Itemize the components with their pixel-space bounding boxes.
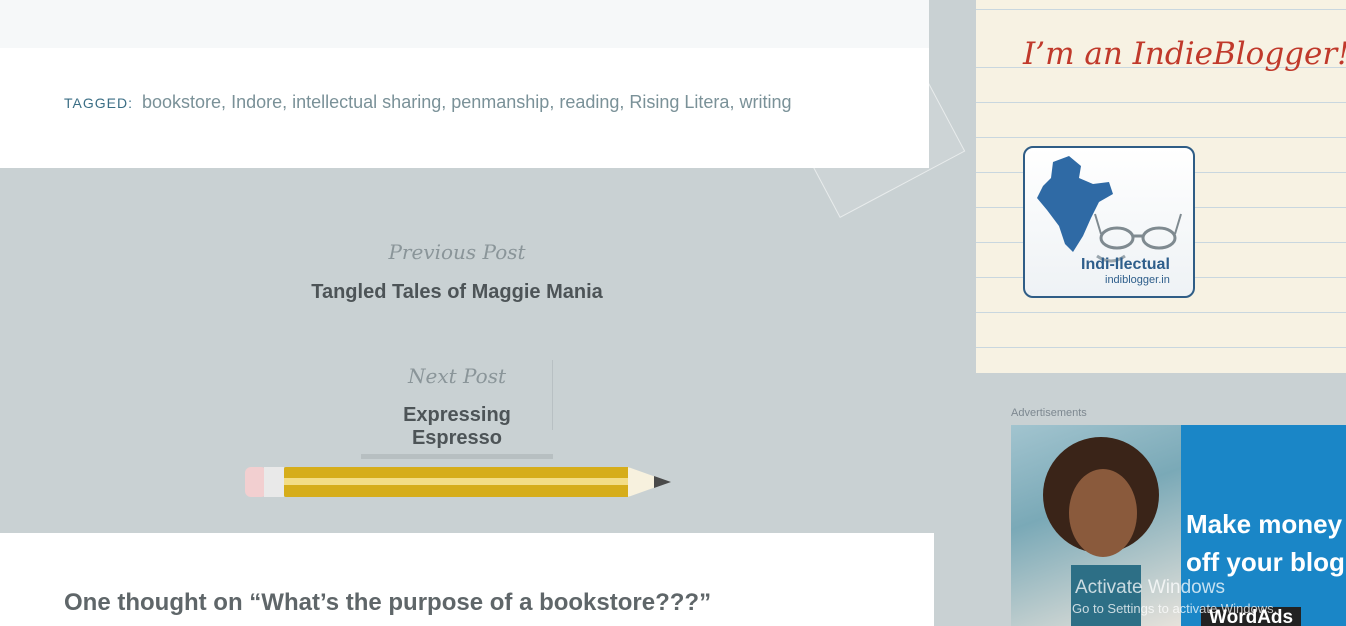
indieblogger-heading: I’m an IndieBlogger! (1023, 36, 1346, 72)
tag-link-writing[interactable]: writing (739, 92, 791, 112)
next-post-label: Next Post (408, 364, 506, 388)
badge-subtitle: indiblogger.in (1105, 274, 1170, 286)
advertisements-label: Advertisements (1011, 407, 1087, 419)
pencil-icon (245, 467, 671, 497)
comments-heading: One thought on “What’s the purpose of a … (64, 589, 712, 616)
tagged-label: TAGGED: (64, 95, 133, 111)
ad-headline-line-1: Make money (1186, 509, 1343, 539)
post-content-bottom (0, 0, 929, 48)
post-tags: TAGGED: bookstore, Indore, intellectual … (64, 92, 792, 112)
tag-link-indore[interactable]: Indore (231, 92, 282, 112)
tag-link-penmanship[interactable]: penmanship (451, 92, 549, 112)
ad-headline-line-2: off your blog (1186, 547, 1345, 577)
ad-headline: Make money off your blog (1186, 505, 1345, 581)
previous-post-label: Previous Post (388, 240, 526, 264)
next-post-link[interactable]: Expressing Espresso (361, 404, 553, 459)
previous-post-link[interactable]: Tangled Tales of Maggie Mania (257, 281, 657, 304)
tag-link-rising-litera[interactable]: Rising Litera (629, 92, 729, 112)
indiblogger-badge[interactable]: Indi-llectual indiblogger.in (1023, 146, 1195, 298)
activate-windows-title: Activate Windows (1075, 577, 1225, 598)
badge-title: Indi-llectual (1081, 256, 1170, 273)
activate-windows-subtitle: Go to Settings to activate Windows. (1072, 601, 1278, 616)
tag-link-bookstore[interactable]: bookstore (142, 92, 221, 112)
tag-link-intellectual-sharing[interactable]: intellectual sharing (292, 92, 441, 112)
tag-link-reading[interactable]: reading (559, 92, 619, 112)
